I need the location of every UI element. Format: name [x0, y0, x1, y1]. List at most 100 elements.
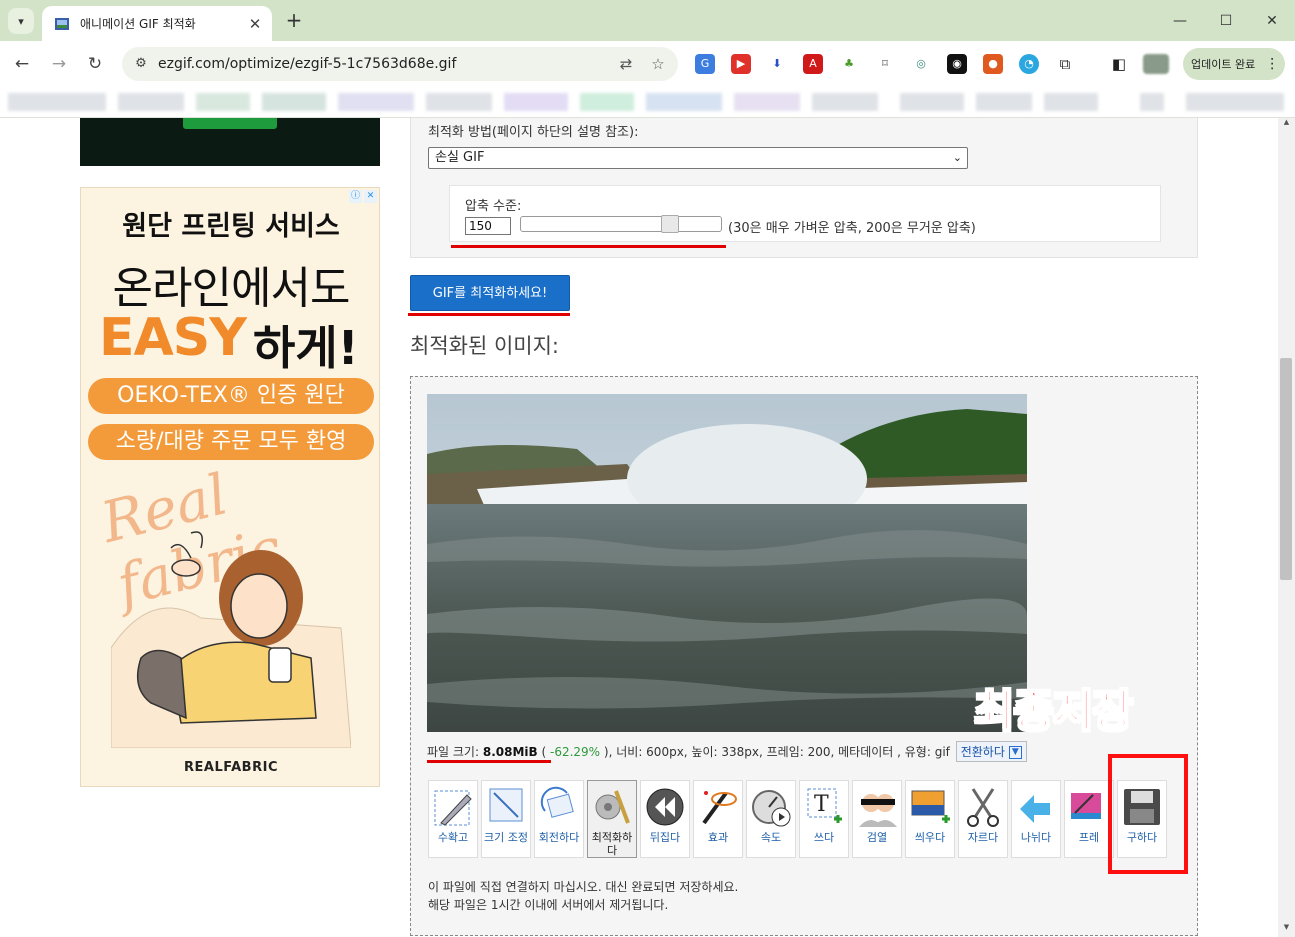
new-tab-icon[interactable]: +	[282, 8, 306, 32]
tool-split[interactable]: 나뉘다	[1011, 780, 1061, 858]
optimize-gif-button[interactable]: GIF를 최적화하세요!	[410, 275, 570, 311]
close-window-icon[interactable]: ✕	[1249, 0, 1295, 41]
translate-icon[interactable]: ⇄	[614, 52, 638, 76]
bookmark-item[interactable]	[338, 93, 414, 111]
method-select[interactable]: 손실 GIF ⌄	[428, 147, 968, 169]
compression-slider-handle[interactable]	[661, 215, 679, 233]
hotlink-note: 이 파일에 직접 연결하지 마십시오. 대신 완료되면 저장하세요.	[428, 880, 739, 894]
minimize-icon[interactable]: —	[1157, 0, 1203, 41]
forward-icon[interactable]: →	[47, 52, 71, 76]
ad-choices[interactable]: ⓘ ✕	[349, 190, 377, 203]
extension-dark-icon[interactable]: ◉	[947, 54, 967, 74]
tab-search-button[interactable]: ▾	[8, 8, 34, 34]
extension-bookmark-icon[interactable]: ⌑	[875, 54, 895, 74]
tool-cut[interactable]: 자르다	[958, 780, 1008, 858]
browser-tab[interactable]: 애니메이션 GIF 최적화 ✕	[42, 6, 272, 41]
extension-pdf-icon[interactable]: A	[803, 54, 823, 74]
close-tab-icon[interactable]: ✕	[246, 15, 264, 33]
chevron-down-icon: ▾	[18, 14, 24, 28]
page-scrollbar[interactable]: ▲ ▼	[1278, 118, 1295, 937]
tool-overlay[interactable]: 씌우다	[905, 780, 955, 858]
tool-write[interactable]: T 쓰다	[799, 780, 849, 858]
extension-download-icon[interactable]: ⬇	[767, 54, 787, 74]
tool-label: 회전하다	[538, 831, 580, 844]
browser-toolbar: ← → ↻ ⚙ ezgif.com/optimize/ezgif-5-1c756…	[0, 41, 1295, 87]
optimized-gif-preview[interactable]	[427, 394, 1027, 732]
extension-video-icon[interactable]: ▶	[731, 54, 751, 74]
optimized-image-heading: 최적화된 이미지:	[410, 334, 559, 358]
compression-level-input[interactable]: 150	[465, 217, 511, 235]
maximize-icon[interactable]: ☐	[1203, 0, 1249, 41]
red-underline-compression	[451, 245, 726, 248]
update-button[interactable]: 업데이트 완료 ⋮	[1183, 48, 1285, 80]
optimize-settings-panel: 최적화 방법(페이지 하단의 설명 참조): 손실 GIF ⌄ 압축 수준: 1…	[410, 118, 1198, 258]
compression-level-hint: (30은 매우 가벼운 압축, 200은 무거운 압축)	[728, 221, 976, 236]
profile-avatar-icon[interactable]	[1143, 54, 1169, 74]
tool-resize[interactable]: 크기 조정	[481, 780, 531, 858]
tool-reverse[interactable]: 뒤집다	[640, 780, 690, 858]
scroll-thumb[interactable]	[1280, 358, 1292, 580]
method-label: 최적화 방법(페이지 하단의 설명 참조):	[428, 125, 639, 140]
extension-chat-icon[interactable]: ◔	[1019, 54, 1039, 74]
scroll-down-icon[interactable]: ▼	[1278, 923, 1295, 937]
compression-slider[interactable]	[520, 215, 722, 233]
frames-icon	[1071, 793, 1101, 819]
back-icon[interactable]: ←	[10, 52, 34, 76]
tool-rotate[interactable]: 회전하다	[534, 780, 584, 858]
overlay-icon	[911, 790, 950, 823]
bookmark-item[interactable]	[118, 93, 184, 111]
tool-frames[interactable]: 프레	[1064, 780, 1114, 858]
tool-optimize[interactable]: 최적화하다	[587, 780, 637, 858]
bookmark-item[interactable]	[646, 93, 722, 111]
bookmark-item[interactable]	[8, 93, 106, 111]
bookmark-item[interactable]	[1140, 93, 1164, 111]
extension-globe-icon[interactable]: ◎	[911, 54, 931, 74]
ad-close-icon[interactable]: ✕	[364, 190, 377, 203]
tool-effects[interactable]: 효과	[693, 780, 743, 858]
bookmark-item[interactable]	[1186, 93, 1284, 111]
bookmark-item[interactable]	[734, 93, 800, 111]
file-size-value: 8.08MiB	[482, 745, 538, 759]
tool-crop[interactable]: 수확고	[428, 780, 478, 858]
extensions-puzzle-icon[interactable]: ⧉	[1055, 54, 1075, 74]
bookmark-item[interactable]	[1044, 93, 1098, 111]
top-ad-button[interactable]	[183, 118, 277, 129]
page-content: ⓘ ✕ 원단 프린팅 서비스 온라인에서도 EASY 하게! OEKO-TEX®…	[0, 118, 1278, 937]
ad-info-icon[interactable]: ⓘ	[349, 190, 362, 203]
bookmark-item[interactable]	[504, 93, 568, 111]
more-menu-icon[interactable]: ⋮	[1265, 56, 1279, 72]
extension-translate-icon[interactable]: G	[695, 54, 715, 74]
effects-icon	[702, 791, 737, 825]
extension-color-icon[interactable]: ●	[983, 54, 1003, 74]
result-container: 최종저장 파일 크기: 8.08MiB ( -62.29% ), 너비: 600…	[410, 376, 1198, 936]
scroll-up-icon[interactable]: ▲	[1278, 118, 1295, 132]
side-advertisement[interactable]: ⓘ ✕ 원단 프린팅 서비스 온라인에서도 EASY 하게! OEKO-TEX®…	[80, 187, 380, 787]
bookmark-star-icon[interactable]: ☆	[646, 52, 670, 76]
bookmark-item[interactable]	[976, 93, 1032, 111]
bookmark-item[interactable]	[812, 93, 878, 111]
bookmark-item[interactable]	[196, 93, 250, 111]
window-controls: — ☐ ✕	[1157, 0, 1295, 41]
save-highlight-box	[1108, 754, 1188, 874]
bookmark-item[interactable]	[262, 93, 326, 111]
ad-pill-certification: OEKO-TEX® 인증 원단	[88, 378, 374, 414]
reload-icon[interactable]: ↻	[83, 52, 107, 76]
site-info-icon[interactable]: ⚙	[130, 53, 152, 75]
url-text[interactable]: ezgif.com/optimize/ezgif-5-1c7563d68e.gi…	[158, 56, 614, 72]
ad-brand-name: REALFABRIC	[184, 760, 278, 775]
extension-plant-icon[interactable]: ♣	[839, 54, 859, 74]
bookmark-item[interactable]	[900, 93, 964, 111]
method-selected-value: 손실 GIF	[435, 150, 485, 165]
compression-level-box: 압축 수준: 150 (30은 매우 가벼운 압축, 200은 무거운 압축)	[449, 185, 1161, 242]
split-icon	[1020, 795, 1050, 823]
bookmark-item[interactable]	[426, 93, 492, 111]
tool-censor[interactable]: 검열	[852, 780, 902, 858]
address-bar[interactable]: ⚙ ezgif.com/optimize/ezgif-5-1c7563d68e.…	[122, 47, 678, 81]
tool-label: 쓰다	[813, 831, 835, 844]
tool-speed[interactable]: 속도	[746, 780, 796, 858]
ad-hage-text: 하게!	[253, 321, 359, 375]
bookmark-item[interactable]	[580, 93, 634, 111]
top-banner-ad[interactable]	[80, 118, 380, 166]
convert-button[interactable]: 전환하다 ▼	[955, 741, 1027, 762]
side-panel-icon[interactable]: ◧	[1109, 54, 1129, 74]
